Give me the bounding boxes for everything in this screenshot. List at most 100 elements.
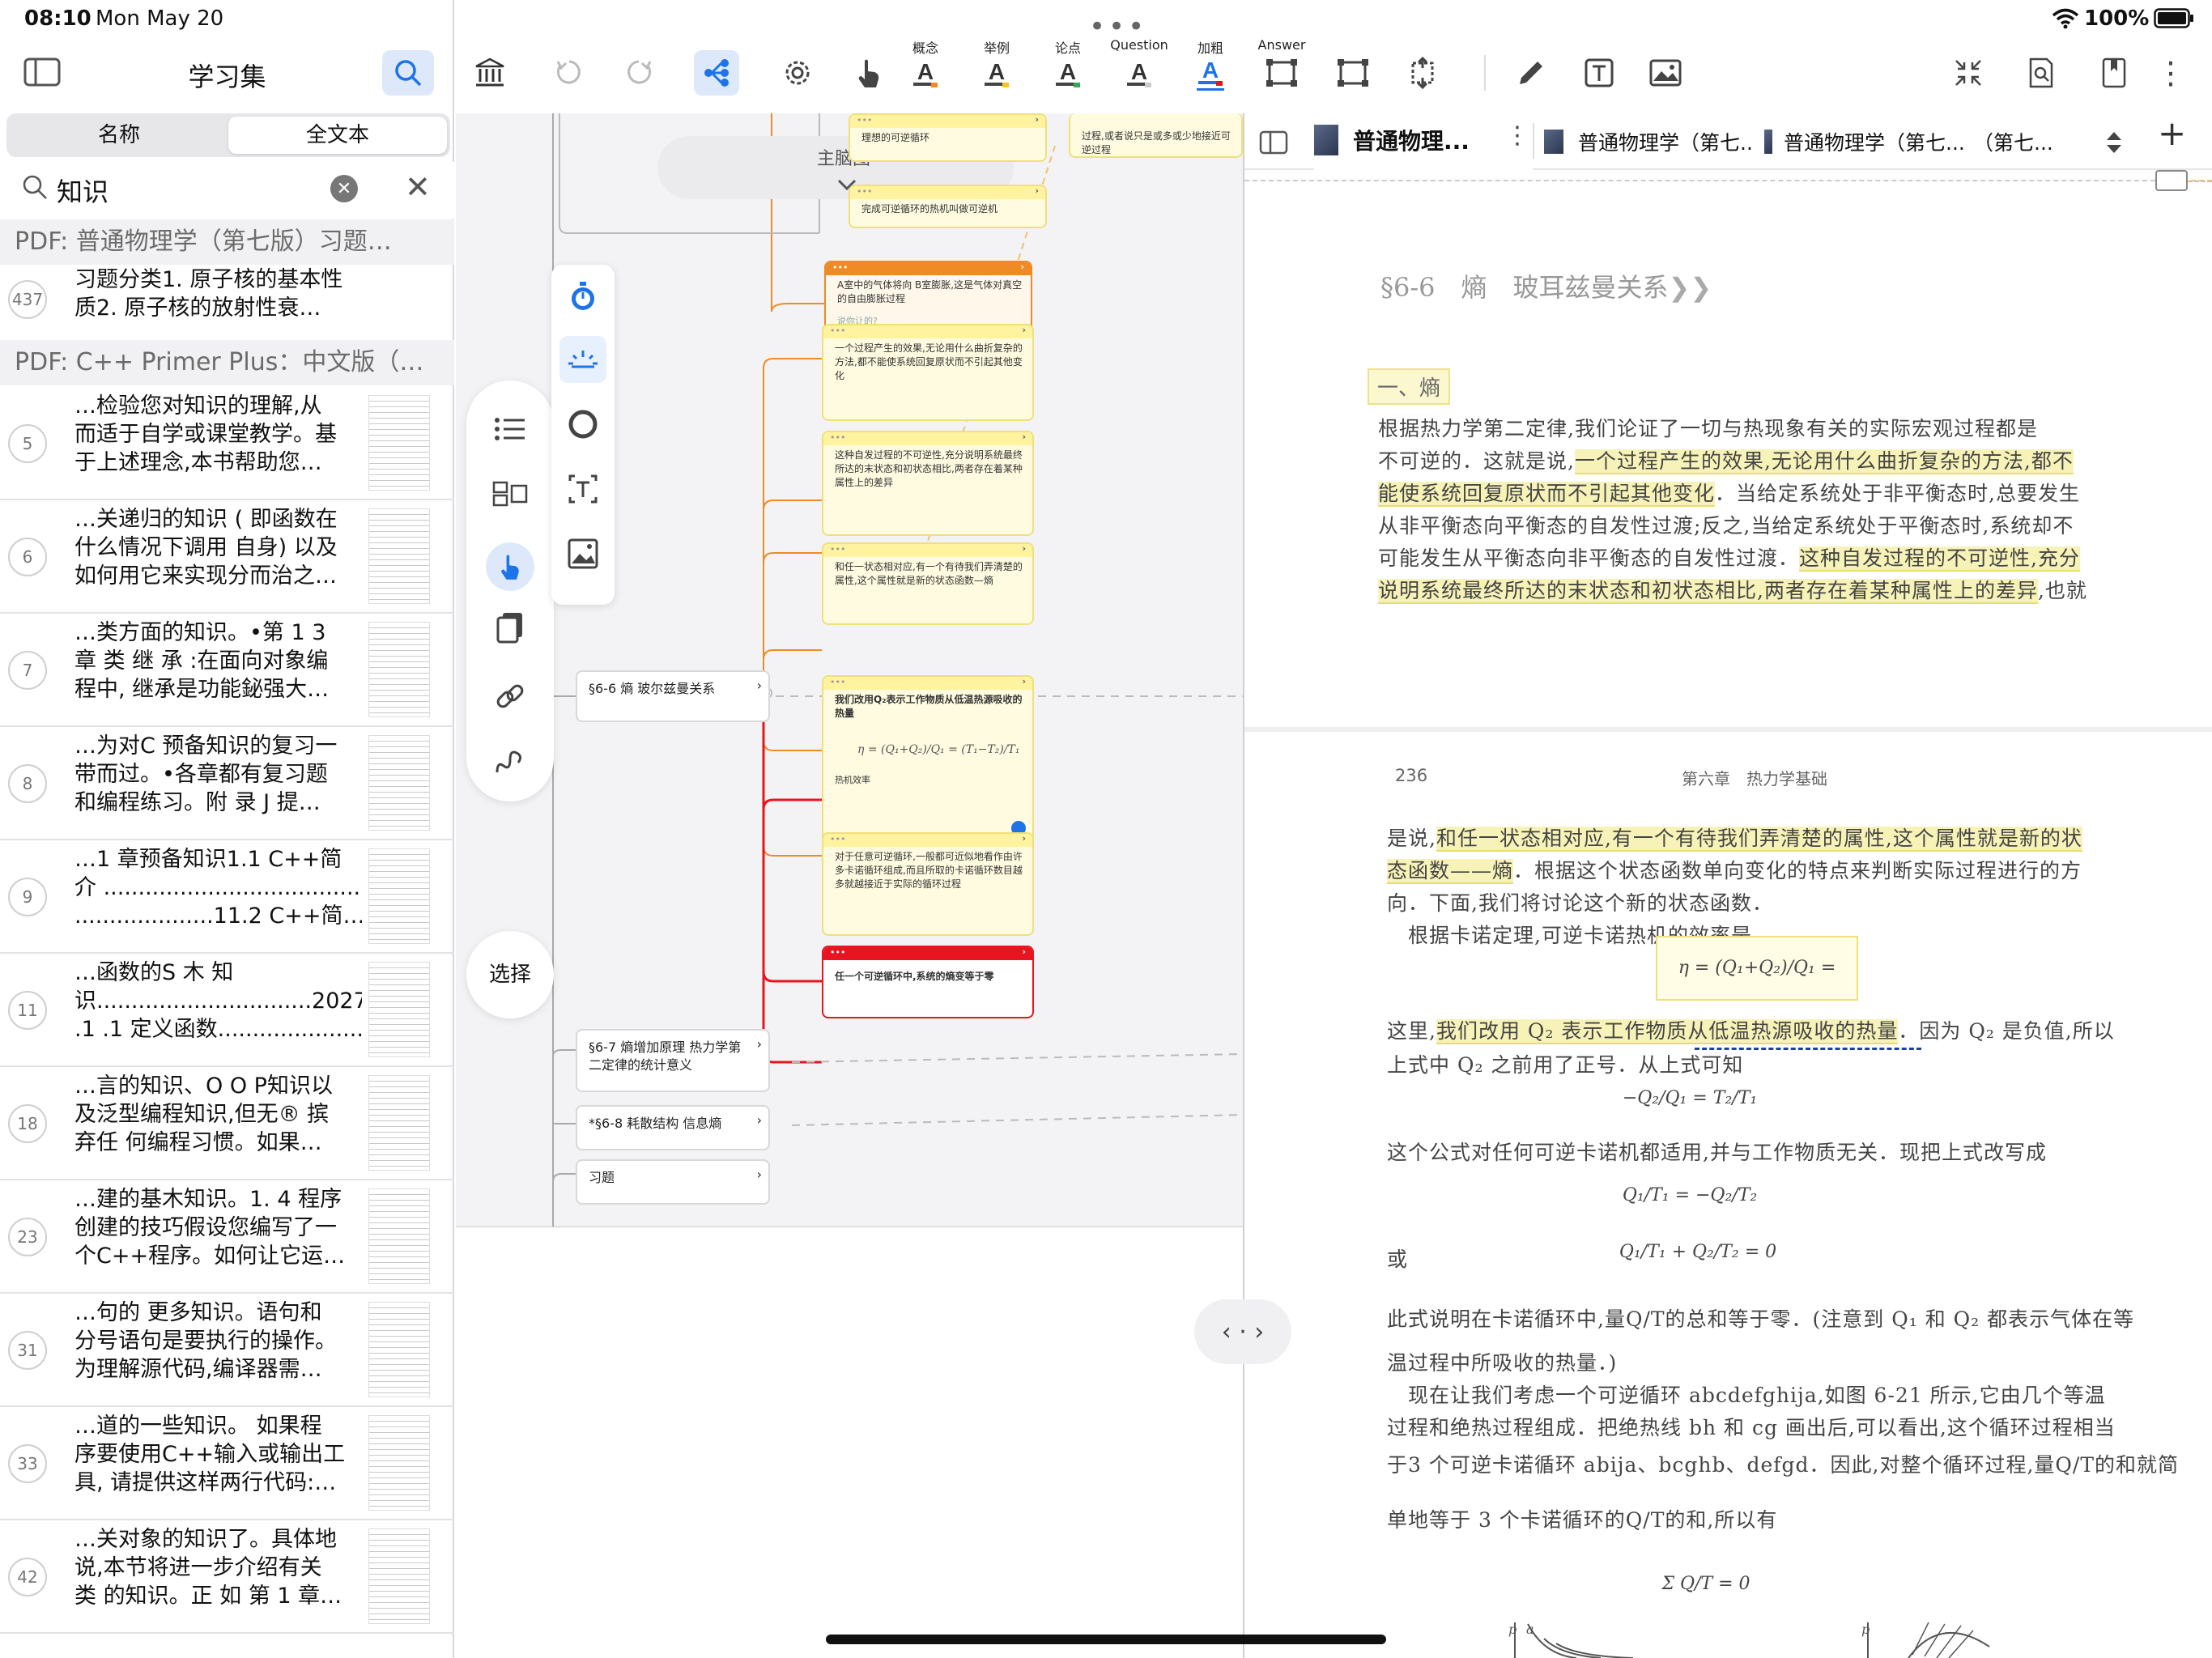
mindmap-card[interactable]: ••• › 理想的可逆循环 <box>849 113 1047 162</box>
text-color-a-icon: A <box>1127 59 1151 87</box>
mindmap-section-node[interactable]: §6-6 熵 玻尔兹曼关系 › <box>576 670 770 722</box>
mindmap-card[interactable]: ••• › 完成可逆循环的热机叫做可逆机 <box>849 185 1047 228</box>
settings-button[interactable] <box>775 50 820 96</box>
pdf-page-236[interactable]: 236 第六章 热力学基础 是说,和任一状态相对应,有一个有待我们弄清楚的属性,… <box>1244 732 2212 1658</box>
mindmap-card[interactable]: 过程,或者说只是或多或少地接近可逆过程 <box>1069 113 1243 158</box>
book-cover-icon <box>1314 125 1338 155</box>
image-insert-button[interactable] <box>561 532 605 576</box>
mindmap-card-red[interactable]: ••• › 任一个可逆循环中,系统的熵变等于零 <box>822 946 1034 1018</box>
paragraph-state-function[interactable]: 是说,和任一状态相对应,有一个有待我们弄清楚的属性,这个属性就是新的状 态函数——… <box>1387 823 2197 952</box>
highlighted-text[interactable]: 说明系统最终所达的末状态和初状态相比,两者存在着某种属性上的差异 <box>1378 579 2038 604</box>
list-item[interactable]: 8 …为对C 预备知识的复习一 带而过。•各章都有复习题 和编程练习。附 录 J … <box>0 727 454 840</box>
transform-button[interactable] <box>1400 50 1445 96</box>
pdf-page-top[interactable]: §6-6 熵 玻耳兹曼关系❯❯ 一、熵 根据热力学第二定律,我们论证了一切与热现… <box>1244 170 2212 727</box>
highlighted-text[interactable]: 一个过程产生的效果,无论用什么曲折复杂的方法,都不 <box>1574 449 2074 474</box>
crop-button[interactable] <box>1330 50 1376 96</box>
list-item[interactable]: 9 …1 章预备知识1.1 C++简 介 ....................… <box>0 840 454 954</box>
tab-menu-button[interactable]: ⋮ <box>1505 121 1529 150</box>
textbox-button[interactable] <box>1576 50 1622 96</box>
outline-button[interactable] <box>486 405 534 453</box>
mindmap-card[interactable]: ••• › 我们改用Q₂表示工作物质从低温热源吸收的热量 η = (Q₁+Q₂)/Q… <box>822 675 1034 844</box>
result-snippet: …类方面的知识。•第 1 3 章 类 继 承 :在面向对象编 程中, 继承是功能… <box>74 620 330 702</box>
result-group-header[interactable]: PDF: C++ Primer Plus：中文版（… <box>0 340 454 385</box>
search-document-button[interactable] <box>2018 50 2064 96</box>
close-search-button[interactable]: ✕ <box>405 172 431 202</box>
highlighted-text[interactable]: 能使系统回复原状而不引起其他变化 <box>1378 482 1716 507</box>
list-item[interactable]: 31 …句的 更多知识。语句和 分号语句是要执行的操作。 为理解源代码,编译器需… <box>0 1294 454 1407</box>
search-scope-segmented: 名称 全文本 <box>6 113 450 157</box>
highlight-question-button[interactable]: A <box>1117 50 1162 96</box>
redo-button[interactable] <box>616 50 661 96</box>
hand-mode-button[interactable] <box>486 542 534 591</box>
tab[interactable]: 普通物理学（第七... <box>1764 113 1968 170</box>
segment-fulltext[interactable]: 全文本 <box>228 117 447 154</box>
list-item[interactable]: 11 …函数的S 木 知 识...........................… <box>0 954 454 1067</box>
tab[interactable]: （第七... <box>1973 113 2062 170</box>
bookmark-button[interactable] <box>2091 50 2137 96</box>
tab-reorder-button[interactable] <box>2098 126 2130 159</box>
hand-tool-button[interactable] <box>846 50 891 96</box>
search-input[interactable]: 知识 <box>57 172 108 209</box>
list-item[interactable]: 18 …言的知识、O O P知识以 及泛型编程知识,但无® 摈 弃任 何编程习惯。… <box>0 1067 454 1180</box>
list-item[interactable]: 42 …关对象的知识了。具体地 说,本节将进一步介绍有关 类 的知识。正 如 第 … <box>0 1520 454 1634</box>
result-snippet: …建的基木知识。1. 4 程序 创建的技巧假设您编写了一 个C++程序。如何让它… <box>74 1187 346 1269</box>
text-cursor-icon <box>568 474 598 504</box>
highlighted-text[interactable]: 和任一状态相对应,有一个有待我们弄清楚的属性,这个属性就是新的状 <box>1436 827 2082 852</box>
link-button[interactable] <box>486 672 534 721</box>
tab[interactable]: 普通物理学（第七... <box>1544 113 1751 170</box>
image-button[interactable] <box>1643 50 1688 96</box>
curve-button[interactable] <box>486 737 534 785</box>
mindmap-section-node[interactable]: *§6-8 耗散结构 信息熵 › <box>576 1105 770 1150</box>
list-item[interactable]: 23 …建的基木知识。1. 4 程序 创建的技巧假设您编写了一 个C++程序。如何… <box>0 1180 454 1294</box>
dashed-rect-icon <box>1266 59 1297 87</box>
highlight-argument-button[interactable]: A <box>1045 50 1091 96</box>
collapse-button[interactable] <box>1946 50 1991 96</box>
search-button[interactable] <box>382 50 434 96</box>
add-tab-button[interactable]: + <box>2158 117 2186 151</box>
page-number-badge: 7 <box>8 651 47 690</box>
mindmap-card[interactable]: ••• › 一个过程产生的效果,无论用什么曲折复杂的方法,都不能使系统回复原状而不引… <box>822 324 1034 421</box>
tab-active[interactable]: 普通物理... <box>1314 113 1533 170</box>
annotation-sidebar-button[interactable] <box>2155 170 2188 191</box>
undo-button[interactable] <box>547 50 592 96</box>
pen-button[interactable] <box>1508 50 1554 96</box>
clear-search-button[interactable]: ✕ <box>330 175 358 202</box>
home-indicator <box>826 1635 1386 1644</box>
more-button[interactable]: ⋮ <box>2148 50 2193 96</box>
card-text: 完成可逆循环的热机叫做可逆机 <box>861 203 998 215</box>
mindmap-section-node[interactable]: §6-7 熵增加原理 热力学第二定律的统计意义 › <box>576 1029 770 1092</box>
layout-button[interactable] <box>486 470 534 518</box>
mindmap-section-node[interactable]: 习题 › <box>576 1159 770 1205</box>
list-icon <box>495 418 525 440</box>
mindmap-card[interactable]: ••• › 这种自发过程的不可逆性,充分说明系统最终所达的末状态和初状态相比,两者存… <box>822 431 1034 536</box>
mindmap-toggle-button[interactable] <box>694 50 739 96</box>
shape-button[interactable] <box>561 402 605 446</box>
paragraph-entropy[interactable]: 根据热力学第二定律,我们论证了一切与热现象有关的实际宏观过程都是 不可逆的．这就是… <box>1378 413 2188 607</box>
segment-name[interactable]: 名称 <box>10 117 228 154</box>
list-item[interactable]: 6 …关递归的知识 ( 即函数在 什么情况下调用 自身) 以及 如何用它来实现分而… <box>0 500 454 614</box>
split-resize-handle[interactable]: ‹ · › <box>1194 1299 1291 1364</box>
highlight-example-button[interactable]: A <box>974 50 1019 96</box>
select-mode-button[interactable]: 选择 <box>466 931 554 1018</box>
text-select-button[interactable] <box>561 467 605 511</box>
result-snippet: …关对象的知识了。具体地 说,本节将进一步介绍有关 类 的知识。正 如 第 1 … <box>74 1527 342 1609</box>
mindmap-card[interactable]: ••• › 对于任意可逆循环,一般都可近似地看作由许多卡诺循环组成,而且所取的卡诺循… <box>822 832 1034 936</box>
paragraph-q2[interactable]: 这里,我们改用 Q₂ 表示工作物质从低温热源吸收的热量．因为 Q₂ 是负值,所以 <box>1387 1015 2197 1048</box>
split-view-button[interactable] <box>1256 125 1291 160</box>
magnifier-icon <box>23 175 47 199</box>
list-item[interactable]: 7 …类方面的知识。•第 1 3 章 类 继 承 :在面向对象编 程中, 继承是功… <box>0 614 454 727</box>
mindmap-card[interactable]: ••• › 和任一状态相对应,有一个有待我们弄清楚的属性,这个属性就是新的状态函数—… <box>822 542 1034 625</box>
area-select-button[interactable] <box>1259 50 1304 96</box>
pages-button[interactable] <box>486 603 534 652</box>
laser-button[interactable] <box>559 336 606 383</box>
library-button[interactable] <box>467 50 513 96</box>
highlight-concept-button[interactable]: A <box>903 50 948 96</box>
page-number-badge: 31 <box>8 1331 47 1370</box>
list-item[interactable]: 5 …检验您对知识的理解,从 而适于自学或课堂教学。基 于上述理念,本书帮助您… <box>0 387 454 500</box>
highlighted-text[interactable]: 这种自发过程的不可逆性,充分 <box>1799 546 2080 572</box>
timer-button[interactable] <box>561 274 605 318</box>
highlight-bold-button[interactable]: A <box>1188 50 1233 96</box>
text-run: ,也就 <box>2037 579 2087 602</box>
highlighted-text[interactable]: 态函数——熵 <box>1387 859 1514 884</box>
list-item[interactable]: 33 …道的一些知识。 如果程 序要使用C++输入或输出工 具, 请提供这样两行代… <box>0 1407 454 1520</box>
